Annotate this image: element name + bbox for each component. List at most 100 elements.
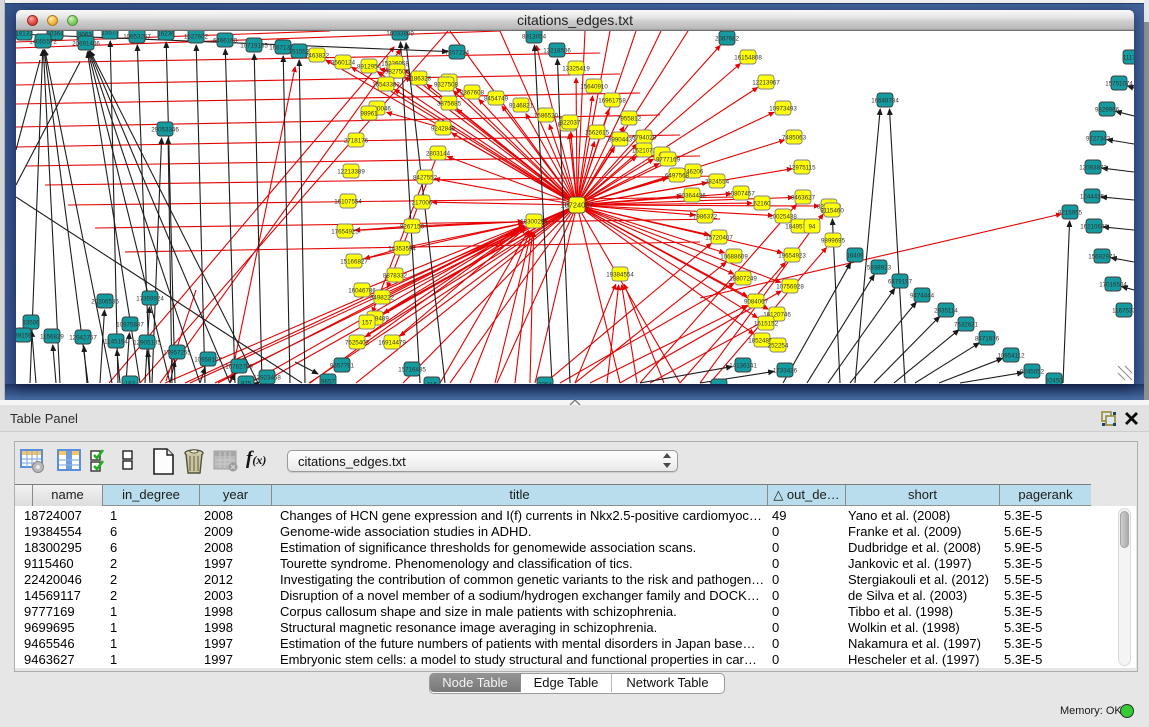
svg-text:15751074: 15751074 xyxy=(1105,81,1133,88)
svg-text:9827506: 9827506 xyxy=(385,69,410,76)
svg-text:94: 94 xyxy=(809,224,816,231)
svg-text:19384554: 19384554 xyxy=(606,272,634,279)
svg-text:9245052: 9245052 xyxy=(1020,369,1045,376)
svg-text:3824554: 3824554 xyxy=(705,179,730,186)
svg-text:1167533: 1167533 xyxy=(1112,308,1134,315)
svg-text:9242848: 9242848 xyxy=(431,126,456,133)
svg-text:5938923: 5938923 xyxy=(867,265,892,272)
svg-text:8471676: 8471676 xyxy=(975,336,1000,343)
svg-text:16409: 16409 xyxy=(846,253,864,260)
svg-text:15166827: 15166827 xyxy=(340,259,368,266)
svg-text:16033809: 16033809 xyxy=(386,31,414,38)
svg-text:12923468: 12923468 xyxy=(253,375,281,382)
svg-text:15716485: 15716485 xyxy=(398,367,426,374)
svg-text:7955812: 7955812 xyxy=(617,116,642,123)
svg-text:15640910: 15640910 xyxy=(580,84,608,91)
svg-text:14136141: 14136141 xyxy=(729,363,757,370)
svg-text:12213389: 12213389 xyxy=(337,169,365,176)
svg-text:8454749: 8454749 xyxy=(484,96,509,103)
svg-text:17957255: 17957255 xyxy=(163,350,191,357)
svg-text:18132: 18132 xyxy=(16,31,33,38)
svg-text:1615152: 1615152 xyxy=(754,321,779,328)
svg-text:162: 162 xyxy=(125,381,136,385)
svg-text:115: 115 xyxy=(427,382,437,385)
svg-text:16782759: 16782759 xyxy=(225,364,253,371)
svg-text:3875685: 3875685 xyxy=(437,101,462,108)
svg-text:10654112: 10654112 xyxy=(997,353,1025,360)
svg-text:18807249: 18807249 xyxy=(729,276,757,283)
svg-text:17359924: 17359924 xyxy=(136,296,164,303)
svg-text:11174: 11174 xyxy=(1123,55,1134,62)
svg-text:2054: 2054 xyxy=(538,382,552,385)
svg-text:9084067: 9084067 xyxy=(744,299,769,306)
svg-text:7632621: 7632621 xyxy=(954,322,979,329)
svg-text:10958107: 10958107 xyxy=(194,357,222,364)
svg-text:16210643: 16210643 xyxy=(1080,224,1108,231)
svg-text:98961: 98961 xyxy=(360,111,378,118)
svg-text:157: 157 xyxy=(362,320,373,327)
svg-text:8215955: 8215955 xyxy=(1058,210,1083,217)
svg-text:252254: 252254 xyxy=(768,343,789,350)
svg-text:13325419: 13325419 xyxy=(562,66,590,73)
svg-text:975: 975 xyxy=(241,381,252,385)
svg-text:19654923: 19654923 xyxy=(778,253,806,260)
svg-text:10653267: 10653267 xyxy=(123,34,151,41)
svg-text:9657: 9657 xyxy=(321,379,335,385)
svg-text:10973493: 10973493 xyxy=(769,106,797,113)
svg-text:17654925: 17654925 xyxy=(331,229,359,236)
svg-text:18300295: 18300295 xyxy=(520,219,548,226)
svg-text:13218506: 13218506 xyxy=(543,48,571,55)
svg-text:2718176: 2718176 xyxy=(344,138,369,145)
svg-text:8267150: 8267150 xyxy=(400,224,425,231)
svg-text:14055572: 14055572 xyxy=(29,39,57,46)
svg-text:8912954: 8912954 xyxy=(357,64,382,71)
svg-text:9327508: 9327508 xyxy=(434,82,459,89)
svg-text:15720407: 15720407 xyxy=(705,235,733,242)
svg-text:1586520: 1586520 xyxy=(534,113,559,120)
svg-text:16543382: 16543382 xyxy=(372,82,400,89)
svg-text:12905135: 12905135 xyxy=(133,340,161,347)
svg-text:6794028: 6794028 xyxy=(632,135,657,142)
svg-text:9560124: 9560124 xyxy=(331,60,356,67)
svg-text:1527602: 1527602 xyxy=(184,34,209,41)
svg-text:16154808: 16154808 xyxy=(734,55,762,62)
svg-text:2803144: 2803144 xyxy=(426,151,451,158)
svg-text:1156829: 1156829 xyxy=(40,334,64,341)
svg-text:9899695: 9899695 xyxy=(821,238,846,245)
svg-text:10807457: 10807457 xyxy=(727,191,755,198)
svg-text:16961758: 16961758 xyxy=(598,98,626,105)
svg-text:7986372: 7986372 xyxy=(693,214,718,221)
svg-text:9463627: 9463627 xyxy=(791,195,816,202)
svg-text:39159: 39159 xyxy=(16,333,32,340)
svg-text:9657791: 9657791 xyxy=(330,363,355,370)
svg-text:7463822: 7463822 xyxy=(305,53,330,60)
svg-text:1244415: 1244415 xyxy=(1080,194,1105,201)
svg-text:18724007: 18724007 xyxy=(561,201,594,210)
svg-text:16107554: 16107554 xyxy=(334,199,362,206)
svg-text:92450: 92450 xyxy=(1045,378,1063,385)
svg-text:2087682: 2087682 xyxy=(715,36,740,43)
svg-text:14353594: 14353594 xyxy=(388,246,416,253)
svg-text:9146821: 9146821 xyxy=(509,103,534,110)
svg-text:7485063: 7485063 xyxy=(782,135,807,142)
svg-text:12975115: 12975115 xyxy=(788,165,816,172)
svg-text:12213967: 12213967 xyxy=(752,80,780,87)
svg-text:62160: 62160 xyxy=(753,201,771,208)
svg-text:10756928: 10756928 xyxy=(776,284,804,291)
svg-text:3498222: 3498222 xyxy=(370,295,395,302)
svg-text:1562615: 1562615 xyxy=(585,130,610,137)
svg-text:17016504: 17016504 xyxy=(1099,282,1127,289)
svg-text:9474444: 9474444 xyxy=(910,293,935,300)
svg-text:8427552: 8427552 xyxy=(413,175,438,182)
svg-text:16236: 16236 xyxy=(157,31,175,38)
svg-text:20691406: 20691406 xyxy=(72,41,100,48)
svg-text:10719185: 10719185 xyxy=(240,43,268,50)
svg-text:16046786: 16046786 xyxy=(348,288,376,295)
svg-text:9777169: 9777169 xyxy=(656,157,681,164)
svg-text:1733426: 1733426 xyxy=(773,368,798,375)
svg-text:6466160: 6466160 xyxy=(213,38,238,45)
svg-text:8990443: 8990443 xyxy=(608,137,633,144)
svg-text:9329966: 9329966 xyxy=(1095,107,1120,114)
svg-text:6497568: 6497568 xyxy=(665,173,690,180)
svg-text:822037: 822037 xyxy=(560,120,581,127)
